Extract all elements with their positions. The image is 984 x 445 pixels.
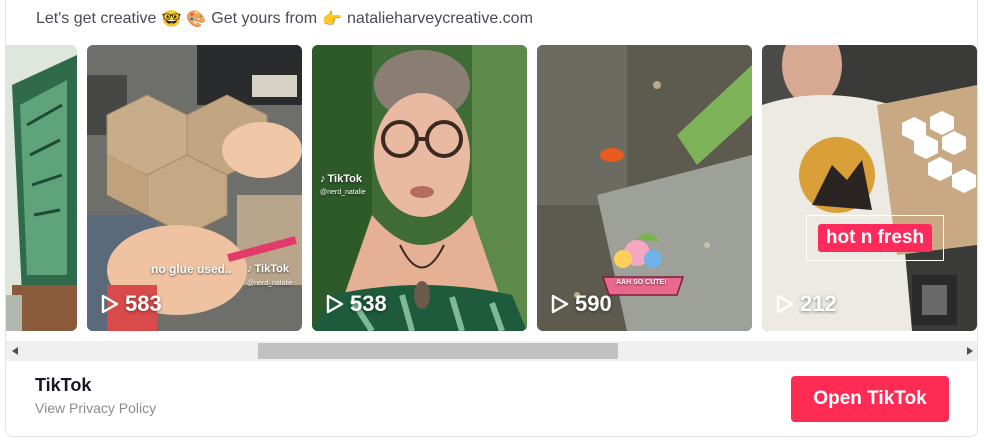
horizontal-scrollbar[interactable] <box>6 341 977 361</box>
privacy-policy-link[interactable]: View Privacy Policy <box>35 400 156 416</box>
video-thumbnail[interactable]: ♪ TikTok @nerd_natalie 538 <box>312 45 527 331</box>
play-icon <box>101 294 119 314</box>
thumbnail-image <box>87 45 302 331</box>
brand-name: TikTok <box>35 375 92 395</box>
tiktok-handle: @nerd_natalie <box>247 280 293 287</box>
tiktok-note-icon: ♪ <box>247 263 253 275</box>
thumbnail-image <box>537 45 752 331</box>
view-count: 212 <box>776 291 837 317</box>
tiktok-embed-card: Let's get creative 🤓 🎨 Get yours from 👉 … <box>5 0 978 437</box>
thumbnail-image <box>6 45 77 331</box>
view-count: 538 <box>326 291 387 317</box>
profile-bio: Let's get creative 🤓 🎨 Get yours from 👉 … <box>36 7 533 31</box>
scroll-right-button[interactable] <box>961 341 977 361</box>
play-icon <box>326 294 344 314</box>
play-icon <box>776 294 794 314</box>
arrow-right-icon <box>967 347 973 355</box>
video-thumbnail[interactable] <box>6 45 77 331</box>
tiktok-note-icon: ♪ <box>320 173 326 185</box>
video-carousel: no glue used.. ♪ TikTok @nerd_natalie 58… <box>6 45 977 331</box>
thumbnail-image <box>312 45 527 331</box>
video-thumbnail[interactable]: no glue used.. ♪ TikTok @nerd_natalie 58… <box>87 45 302 331</box>
thumbnail-image <box>762 45 977 331</box>
tiktok-watermark: ♪ TikTok <box>247 263 289 275</box>
view-count: 583 <box>101 291 162 317</box>
view-count: 590 <box>551 291 612 317</box>
open-tiktok-button[interactable]: Open TikTok <box>791 376 949 422</box>
sticker-hot-n-fresh: hot n fresh <box>806 215 944 261</box>
bio-text-start: Let's get creative <box>36 10 157 27</box>
video-caption-overlay: no glue used.. <box>151 262 232 276</box>
video-thumbnail[interactable]: AAH SO CUTE! 590 <box>537 45 752 331</box>
scrollbar-thumb[interactable] <box>258 343 618 359</box>
sticker-label: hot n fresh <box>817 224 933 252</box>
tiktok-handle: @nerd_natalie <box>320 189 366 196</box>
tiktok-watermark: ♪ TikTok <box>320 173 362 185</box>
video-thumbnail[interactable]: hot n fresh 212 <box>762 45 977 331</box>
bio-website: natalieharveycreative.com <box>347 10 533 27</box>
arrow-left-icon <box>12 347 18 355</box>
bio-text-middle: Get yours from <box>211 10 318 27</box>
pointing-hand-emoji-icon: 👉 <box>322 9 343 28</box>
scroll-left-button[interactable] <box>6 341 24 361</box>
sticker-caption: AAH SO CUTE! <box>616 279 667 286</box>
play-icon <box>551 294 569 314</box>
nerd-face-emoji-icon: 🤓 <box>161 9 182 28</box>
artist-palette-emoji-icon: 🎨 <box>186 9 207 28</box>
